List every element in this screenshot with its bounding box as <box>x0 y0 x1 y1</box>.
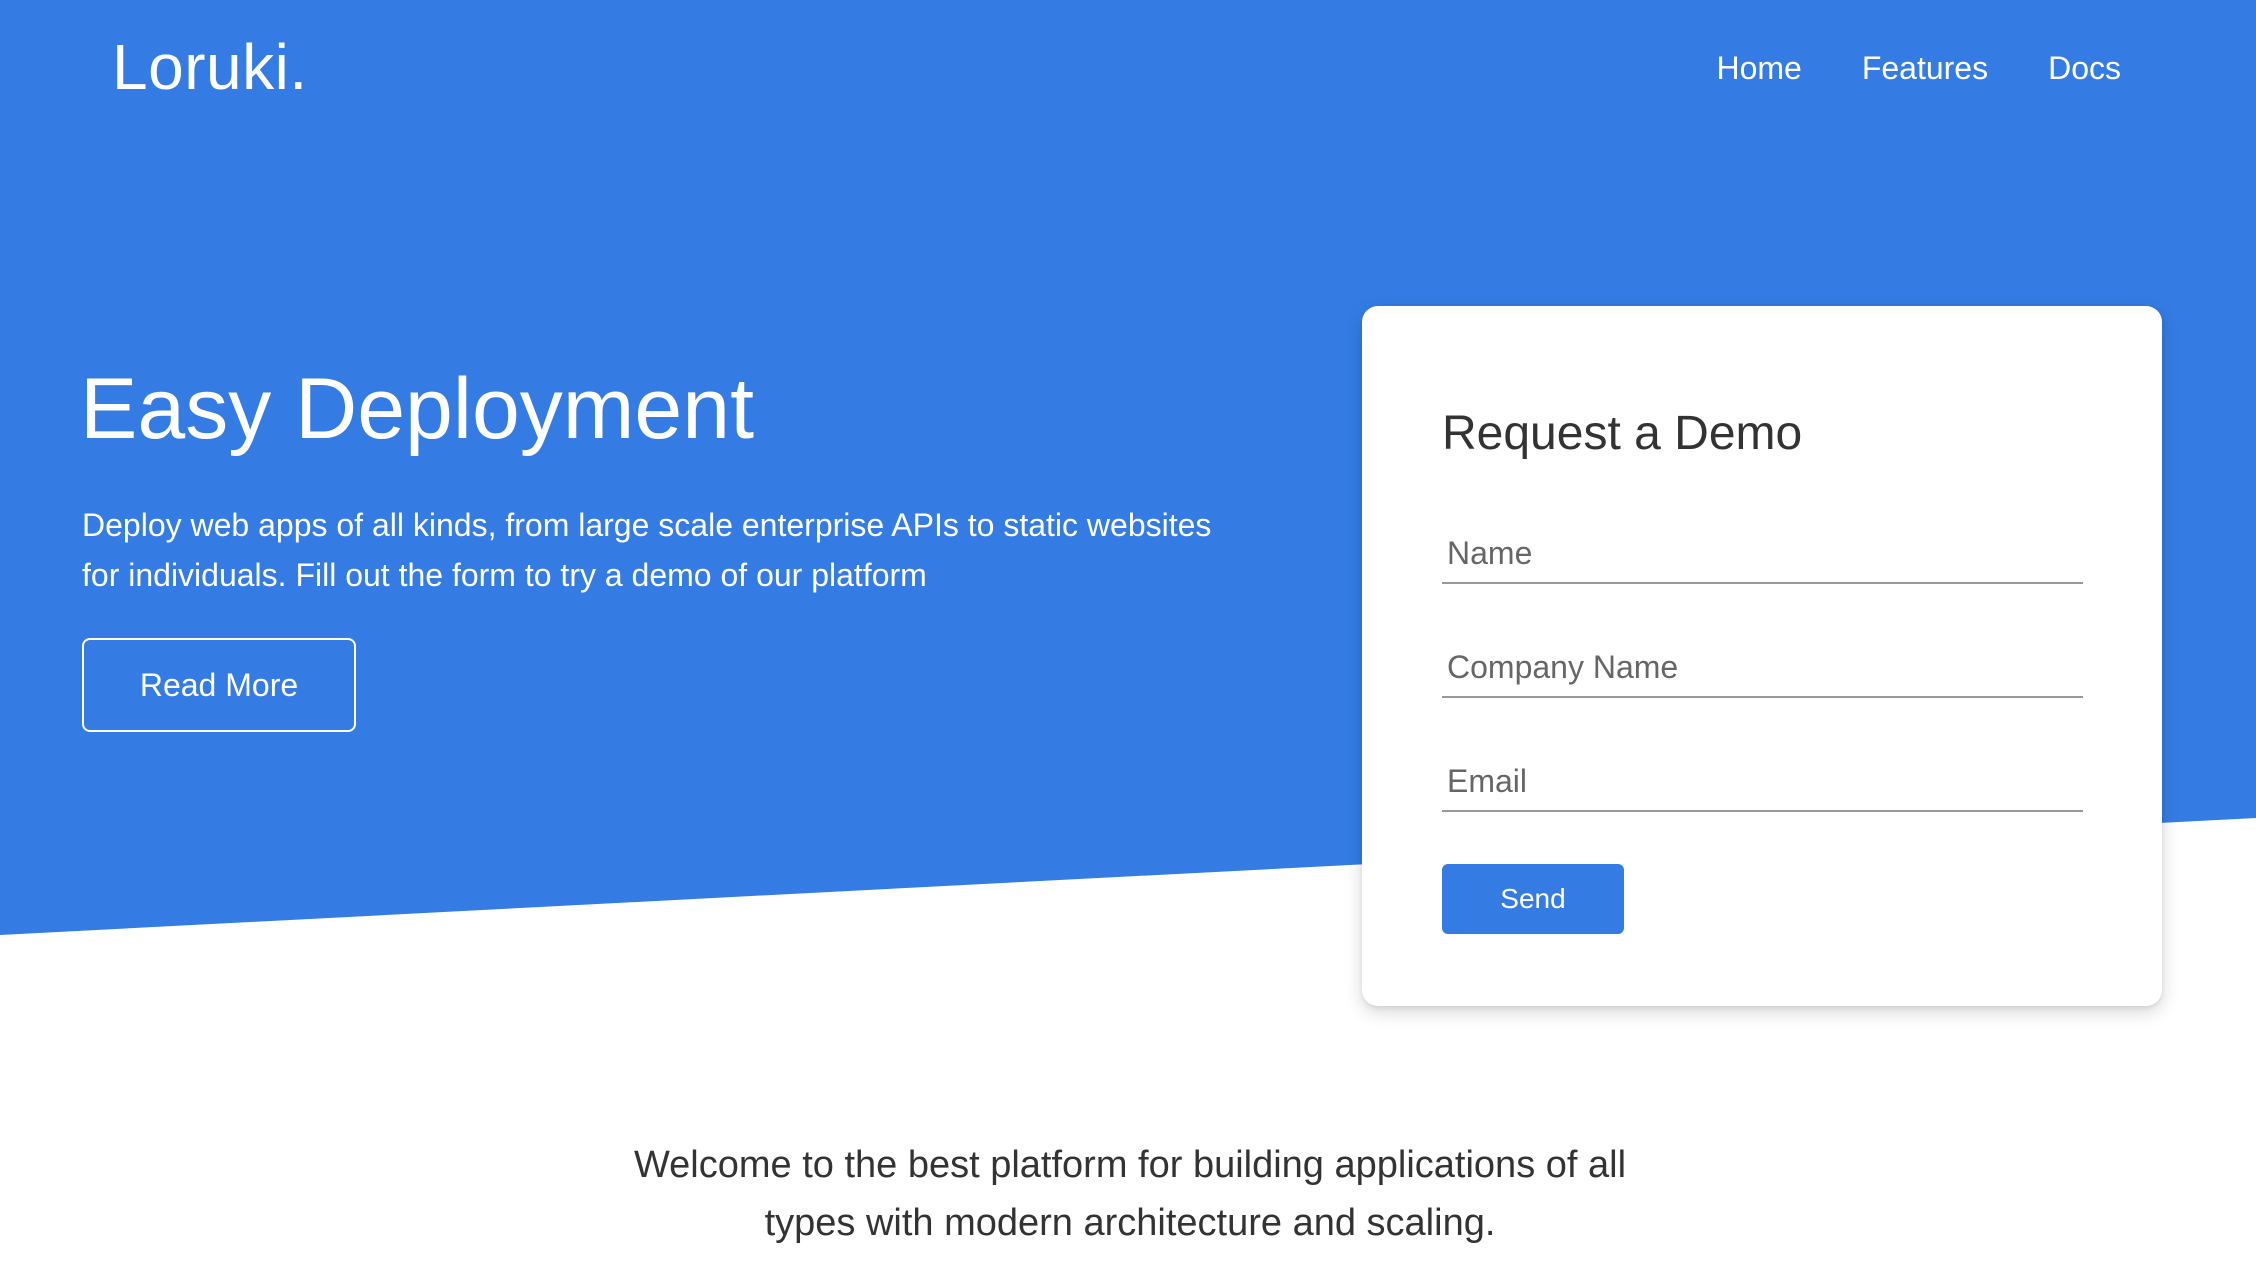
form-title: Request a Demo <box>1442 407 1803 460</box>
company-name-input[interactable] <box>1442 638 2083 698</box>
page: Loruki. Home Features Docs Easy Deployme… <box>0 0 2256 1276</box>
demo-request-card: Request a Demo Send <box>1362 306 2162 1006</box>
nav-link-home[interactable]: Home <box>1716 50 1801 87</box>
email-input[interactable] <box>1442 752 2083 812</box>
hero-title: Easy Deployment <box>80 361 754 457</box>
hero-description: Deploy web apps of all kinds, from large… <box>82 507 1212 593</box>
logo[interactable]: Loruki. <box>112 30 308 104</box>
nav-link-docs[interactable]: Docs <box>2048 50 2121 87</box>
welcome-text: Welcome to the best platform for buildin… <box>633 1144 1627 1244</box>
send-button[interactable]: Send <box>1442 864 1624 934</box>
name-input[interactable] <box>1442 524 2083 584</box>
main-nav: Home Features Docs <box>1716 50 2121 87</box>
nav-link-features[interactable]: Features <box>1862 50 1988 87</box>
read-more-button[interactable]: Read More <box>82 638 356 732</box>
